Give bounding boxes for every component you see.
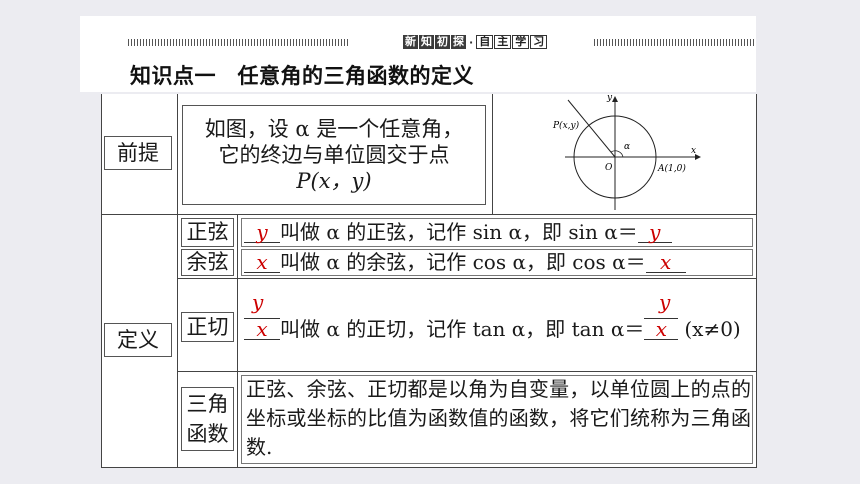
- badge-char: 初: [435, 35, 450, 49]
- section-banner: 新 知 初 探 · 自 主 学 习: [128, 35, 754, 49]
- subtitle-char: 习: [530, 35, 548, 49]
- cosine-answer-2: x: [660, 250, 672, 274]
- hatch-left: [128, 39, 350, 46]
- tangent-sentence: x 叫做 α 的正切，记作 tan α，即 tan α＝ x (x≠0): [244, 318, 741, 340]
- badge-char: 知: [419, 35, 434, 49]
- cosine-text: 叫做 α 的余弦，记作 cos α，即 cos α＝: [280, 250, 646, 274]
- trig-label-line-2: 函数: [186, 422, 229, 446]
- tangent-denominator-1: x: [256, 317, 268, 341]
- fig-x-label: x: [691, 146, 696, 156]
- fig-point-p: P(x,y): [552, 120, 580, 131]
- tangent-numerator-2: y: [659, 290, 671, 314]
- subtitle-char: 主: [494, 35, 512, 49]
- fig-alpha: α: [624, 142, 630, 152]
- trig-description: 正弦、余弦、正切都是以角为自变量，以单位圆上的点的坐标或坐标的比值为函数值的函数…: [246, 377, 751, 459]
- subtitle-char: 自: [476, 35, 494, 49]
- tangent-condition: (x≠0): [684, 317, 741, 341]
- sine-label: 正弦: [181, 218, 234, 247]
- fig-y-label: y: [606, 94, 613, 103]
- badge-char: 探: [451, 35, 466, 49]
- section-header: 新 知 初 探 · 自 主 学 习 知识点一 任意角的三角函数的定义: [80, 16, 756, 92]
- badge-char: 新: [403, 35, 418, 49]
- premise-line-1: 如图，设 α 是一个任意角，: [204, 116, 464, 141]
- sine-text: 叫做 α 的正弦，记作 sin α，即 sin α＝: [280, 220, 638, 244]
- tangent-label: 正切: [181, 312, 234, 342]
- subtitle-char: 学: [512, 35, 530, 49]
- definition-label: 定义: [104, 323, 172, 357]
- cosine-sentence: x 叫做 α 的余弦，记作 cos α，即 cos α＝ x: [244, 252, 686, 273]
- sine-answer-1: y: [256, 220, 268, 244]
- trig-label-line-1: 三角: [186, 392, 229, 416]
- cosine-label: 余弦: [181, 249, 234, 276]
- hatch-right: [594, 39, 754, 46]
- tangent-numerator-1: y: [252, 290, 264, 314]
- premise-label: 前提: [104, 136, 172, 170]
- page-title: 知识点一 任意角的三角函数的定义: [130, 64, 474, 88]
- premise-line-3: P(x，y): [296, 169, 372, 194]
- premise-text: 如图，设 α 是一个任意角， 它的终边与单位圆交于点 P(x，y): [182, 105, 486, 205]
- premise-line-2: 它的终边与单位圆交于点: [218, 142, 450, 167]
- definition-table: 前提 如图，设 α 是一个任意角， 它的终边与单位圆交于点 P(x，y) y x…: [101, 94, 757, 468]
- tangent-text: 叫做 α 的正切，记作 tan α，即 tan α＝: [280, 317, 645, 341]
- fig-origin: O: [605, 163, 613, 173]
- sine-answer-2: y: [649, 220, 661, 244]
- unit-circle-figure: y x P(x,y) α O A(1,0): [552, 94, 701, 210]
- banner-separator: ·: [469, 35, 474, 49]
- fig-point-a: A(1,0): [657, 163, 686, 174]
- cosine-answer-1: x: [256, 250, 268, 274]
- tangent-denominator-2: x: [655, 317, 667, 341]
- trig-label: 三角 函数: [181, 387, 234, 451]
- banner-badges: 新 知 初 探 · 自 主 学 习: [403, 35, 548, 49]
- sine-sentence: y 叫做 α 的正弦，记作 sin α，即 sin α＝ y: [244, 222, 672, 243]
